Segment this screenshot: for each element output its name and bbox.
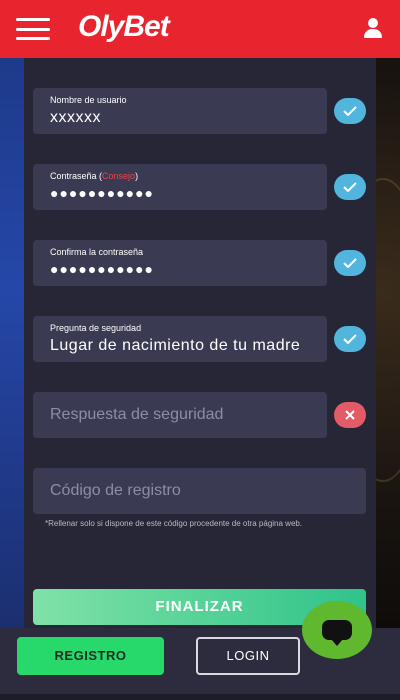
- olybet-logo[interactable]: OlyBet: [78, 10, 170, 44]
- background-left: [0, 58, 24, 638]
- security-question-select[interactable]: Pregunta de seguridad Lugar de nacimient…: [33, 316, 327, 362]
- username-field[interactable]: Nombre de usuario xxxxxx: [33, 88, 327, 134]
- security-question-label: Pregunta de seguridad: [50, 323, 142, 333]
- system-nav-strip: [0, 694, 400, 700]
- app-header: OlyBet: [0, 0, 400, 58]
- security-answer-invalid-x-icon: [334, 402, 366, 428]
- confirm-password-value: ●●●●●●●●●●●: [50, 261, 155, 277]
- chat-icon: [322, 620, 352, 646]
- confirm-password-label: Confirma la contraseña: [50, 247, 144, 257]
- registration-code-placeholder: Código de registro: [50, 482, 181, 499]
- security-question-value: Lugar de nacimiento de tu madre: [50, 337, 301, 354]
- security-answer-input[interactable]: Respuesta de seguridad: [33, 392, 327, 438]
- password-value: ●●●●●●●●●●●: [50, 185, 155, 201]
- registration-code-note: *Rellenar solo si dispone de este código…: [45, 519, 303, 528]
- login-button[interactable]: LOGIN: [196, 637, 300, 675]
- security-question-valid-check-icon: [334, 326, 366, 352]
- chat-button[interactable]: [302, 601, 372, 659]
- password-valid-check-icon: [334, 174, 366, 200]
- hamburger-menu-icon[interactable]: [16, 18, 50, 40]
- registration-code-input[interactable]: Código de registro: [33, 468, 366, 514]
- user-icon[interactable]: [362, 18, 384, 40]
- register-button[interactable]: REGISTRO: [17, 637, 164, 675]
- confirm-password-valid-check-icon: [334, 250, 366, 276]
- security-answer-placeholder: Respuesta de seguridad: [50, 406, 224, 423]
- background-right: [336, 58, 400, 638]
- username-label: Nombre de usuario: [50, 95, 127, 105]
- confirm-password-field[interactable]: Confirma la contraseña ●●●●●●●●●●●: [33, 240, 327, 286]
- username-value: xxxxxx: [50, 109, 101, 126]
- password-field[interactable]: Contraseña (Consejo) ●●●●●●●●●●●: [33, 164, 327, 210]
- password-hint-link[interactable]: Consejo: [102, 171, 135, 181]
- password-label: Contraseña (Consejo): [50, 171, 139, 181]
- username-valid-check-icon: [334, 98, 366, 124]
